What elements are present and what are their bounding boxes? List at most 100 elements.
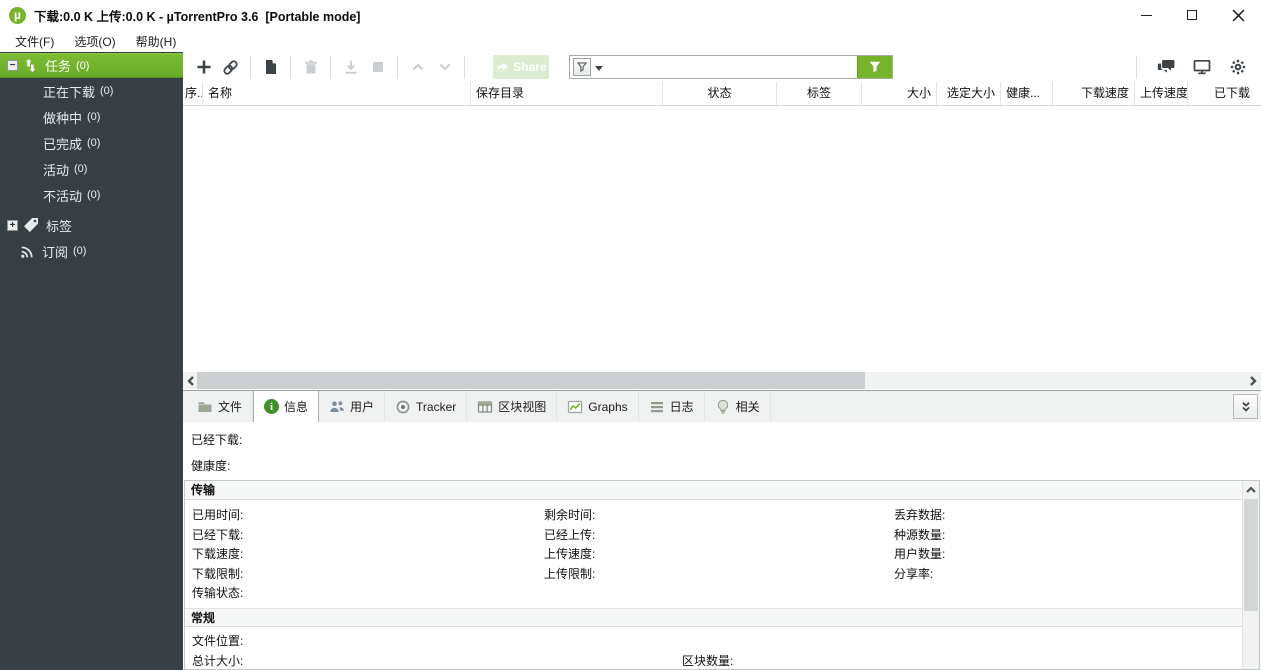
tab-pieces[interactable]: 区块视图 — [467, 391, 557, 422]
window-controls — [1123, 0, 1261, 30]
sidebar-item-active[interactable]: 活动 (0) — [0, 156, 183, 182]
uploaded-label: 已经上传: — [544, 526, 595, 546]
create-torrent-button[interactable] — [257, 54, 284, 80]
toolbar-separator — [330, 56, 331, 78]
column-header-downloaded[interactable]: 已下载 — [1188, 82, 1255, 105]
share-icon — [495, 60, 509, 74]
detail-tabbar: 文件 i 信息 用户 Tracker 区块视图 Graphs — [183, 390, 1261, 422]
torrent-list-area — [183, 106, 1261, 372]
collapse-detail-button[interactable] — [1233, 394, 1258, 419]
add-torrent-button[interactable] — [190, 54, 217, 80]
add-torrent-url-button[interactable] — [217, 54, 244, 80]
transfer-status-label: 传输状态: — [192, 584, 243, 604]
scroll-right-button[interactable] — [1245, 372, 1261, 389]
trash-icon — [303, 59, 319, 75]
remaining-time-label: 剩余时间: — [544, 506, 595, 526]
elapsed-time-label: 已用时间: — [192, 506, 243, 526]
menubar: 文件(F) 选项(O) 帮助(H) — [0, 30, 1261, 52]
tab-graphs[interactable]: Graphs — [557, 391, 638, 422]
sidebar: − 任务 (0) 正在下载 (0) 做种中 (0) 已完成 (0) 活动 (0)… — [0, 52, 183, 670]
sidebar-item-tasks[interactable]: − 任务 (0) — [0, 53, 183, 78]
files-icon — [197, 399, 213, 415]
column-header-status[interactable]: 状态 — [663, 82, 777, 105]
transfer-col1: 已用时间: 已经下载: 下载速度: 下载限制: 传输状态: — [192, 506, 243, 604]
sidebar-item-feeds[interactable]: 订阅 (0) — [0, 238, 183, 264]
expand-expander-icon[interactable]: + — [7, 220, 18, 231]
column-header-label[interactable]: 标签 — [777, 82, 862, 105]
menu-options[interactable]: 选项(O) — [64, 33, 125, 50]
pieces-count-label: 区块数量: — [682, 652, 733, 669]
apply-filter-button[interactable] — [857, 56, 892, 78]
funnel-icon — [868, 60, 882, 74]
new-torrent-icon — [263, 59, 279, 75]
tab-logger[interactable]: 日志 — [639, 391, 705, 422]
tab-files[interactable]: 文件 — [187, 391, 253, 422]
start-button[interactable] — [337, 54, 364, 80]
tracker-icon — [395, 399, 411, 415]
minimize-button[interactable] — [1123, 0, 1169, 30]
column-header-name[interactable]: 名称 — [203, 82, 471, 105]
column-header-down-speed[interactable]: 下载速度 — [1053, 82, 1135, 105]
column-header-health[interactable]: 健康... — [1001, 82, 1053, 105]
column-header-save-dir[interactable]: 保存目录 — [471, 82, 663, 105]
tag-icon — [23, 217, 39, 233]
sidebar-item-downloading[interactable]: 正在下载 (0) — [0, 78, 183, 104]
toolbar-right — [1130, 54, 1261, 80]
column-header-selected-size[interactable]: 选定大小 — [937, 82, 1001, 105]
close-button[interactable] — [1215, 0, 1261, 30]
menu-file[interactable]: 文件(F) — [5, 33, 64, 50]
filter-dropdown-caret-icon[interactable] — [595, 60, 603, 74]
horizontal-scrollbar — [183, 372, 1261, 389]
wasted-label: 丢弃数据: — [894, 506, 945, 526]
titlebar: µ 下载:0.0 K 上传:0.0 K - µTorrentPro 3.6 [P… — [0, 0, 1261, 30]
tab-tracker[interactable]: Tracker — [385, 391, 467, 422]
funnel-icon — [576, 61, 588, 73]
chevron-right-icon — [1249, 376, 1257, 386]
move-up-queue-button[interactable] — [404, 54, 431, 80]
maximize-icon — [1187, 10, 1197, 20]
chat-button[interactable] — [1152, 54, 1179, 80]
sidebar-item-completed[interactable]: 已完成 (0) — [0, 130, 183, 156]
remove-button[interactable] — [297, 54, 324, 80]
sidebar-item-inactive[interactable]: 不活动 (0) — [0, 182, 183, 208]
toolbar-separator — [290, 56, 291, 78]
info-icon: i — [264, 399, 279, 414]
tab-info[interactable]: i 信息 — [253, 391, 319, 422]
utorrent-logo-icon: µ — [9, 7, 26, 24]
download-speed-label: 下载速度: — [192, 545, 243, 565]
horizontal-scrollbar-thumb[interactable] — [197, 372, 865, 389]
stop-button[interactable] — [364, 54, 391, 80]
column-header-size[interactable]: 大小 — [862, 82, 937, 105]
vertical-scrollbar — [1242, 481, 1259, 669]
detail-summary: 已经下载: 健康度: — [183, 422, 1261, 480]
maximize-button[interactable] — [1169, 0, 1215, 30]
menu-help[interactable]: 帮助(H) — [126, 33, 187, 50]
column-header-up-speed[interactable]: 上传速度 — [1135, 82, 1188, 105]
column-header-order[interactable]: 序... — [183, 82, 203, 105]
chevron-left-icon — [187, 376, 195, 386]
link-icon — [222, 59, 239, 76]
collapse-expander-icon[interactable]: − — [7, 60, 18, 71]
upload-limit-label: 上传限制: — [544, 565, 595, 585]
gear-icon — [1230, 59, 1246, 75]
close-icon — [1232, 9, 1245, 22]
seeds-label: 种源数量: — [894, 526, 945, 546]
detail-info-panel: 传输 已用时间: 已经下载: 下载速度: 下载限制: 传输状态: 剩余时间: 已… — [184, 480, 1260, 670]
scroll-up-button[interactable] — [1243, 481, 1259, 498]
file-location-label: 文件位置: — [192, 632, 243, 649]
move-down-queue-button[interactable] — [431, 54, 458, 80]
double-chevron-down-icon — [1239, 400, 1253, 414]
filter-funnel-button[interactable] — [573, 58, 591, 76]
share-button[interactable]: Share — [493, 55, 549, 79]
search-input[interactable] — [603, 57, 857, 77]
toolbar: Share — [183, 52, 1261, 82]
sidebar-item-seeding[interactable]: 做种中 (0) — [0, 104, 183, 130]
sidebar-item-labels[interactable]: + 标签 — [0, 212, 183, 238]
remote-devices-button[interactable] — [1188, 54, 1215, 80]
downloaded-bar-label: 已经下载: — [191, 431, 1261, 457]
stop-icon — [370, 59, 386, 75]
settings-button[interactable] — [1224, 54, 1251, 80]
tab-related[interactable]: 相关 — [705, 391, 771, 422]
tab-peers[interactable]: 用户 — [319, 391, 385, 422]
vertical-scrollbar-thumb[interactable] — [1244, 499, 1258, 611]
